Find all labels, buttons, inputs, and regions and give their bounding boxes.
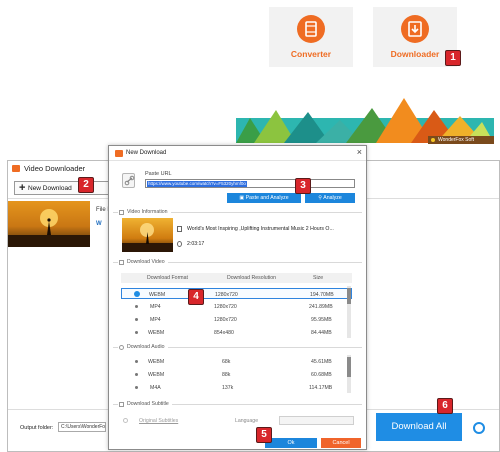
video-list-scrollbar[interactable] xyxy=(347,286,351,338)
original-subtitles-radio[interactable] xyxy=(123,418,128,423)
paste-and-analyze-button[interactable]: ▣ Paste and Analyze xyxy=(227,193,301,203)
step-badge-6: 6 xyxy=(437,398,453,414)
new-download-button[interactable]: + New Download xyxy=(14,181,110,195)
alarm-clock-icon[interactable] xyxy=(473,422,485,434)
language-dropdown[interactable] xyxy=(279,416,354,425)
video-format-row[interactable]: MP4 1280x720 241.89MB xyxy=(121,301,352,312)
dialog-titlebar: New Download × xyxy=(109,146,366,161)
video-info-thumbnail xyxy=(122,218,173,252)
video-table-header: Download Format Download Resolution Size xyxy=(121,273,352,283)
brand-label: WonderFox Soft xyxy=(428,136,494,144)
output-folder-input[interactable]: C:\Users\WonderFox\D xyxy=(58,422,106,432)
brand-logo-icon xyxy=(431,138,435,142)
original-subtitles-label[interactable]: Original Subtitles xyxy=(139,418,178,424)
video-format-row[interactable]: WEBM 854x480 84.44MB xyxy=(121,327,352,338)
dialog-title: New Download xyxy=(126,150,167,156)
step-badge-4: 4 xyxy=(188,289,204,305)
converter-icon xyxy=(297,15,325,43)
language-label: Language xyxy=(235,418,259,424)
video-info-section: Video Information xyxy=(113,208,362,216)
analyze-button[interactable]: ⚲ Analyze xyxy=(305,193,355,203)
document-icon xyxy=(177,226,182,232)
cancel-button[interactable]: Cancel xyxy=(321,438,361,448)
app-icon xyxy=(12,165,20,172)
audio-format-row[interactable]: WEBM 68k 45.61MB xyxy=(121,356,352,367)
audio-list-scrollbar[interactable] xyxy=(347,355,351,393)
converter-label: Converter xyxy=(290,49,332,59)
new-download-dialog: New Download × Paste URL https://www.you… xyxy=(108,145,367,450)
url-input[interactable]: https://www.youtube.com/watch?v=F5320yhm… xyxy=(145,179,355,188)
output-folder-label: Output folder: xyxy=(20,425,54,431)
music-note-icon xyxy=(119,345,124,350)
video-format-row[interactable]: MP4 1280x720 95.95MB xyxy=(121,314,352,325)
dialog-app-icon xyxy=(115,150,123,157)
downloader-icon xyxy=(401,15,429,43)
link-icon xyxy=(122,173,135,188)
url-value: https://www.youtube.com/watch?v=F5320yhm… xyxy=(147,181,247,187)
converter-tile[interactable]: Converter xyxy=(269,7,353,67)
subtitle-icon xyxy=(119,402,124,407)
video-info-icon xyxy=(119,210,124,215)
resolution-column-header: Download Resolution xyxy=(227,275,277,281)
format-column-header: Download Format xyxy=(147,275,188,281)
video-thumbnail xyxy=(8,201,90,247)
list-item-prefix: W xyxy=(96,221,102,227)
selected-check-icon xyxy=(134,291,140,297)
audio-format-row[interactable]: WEBM 88k 60.68MB xyxy=(121,369,352,380)
video-format-row[interactable]: WEBM 1280x720 194.70MB xyxy=(121,288,352,299)
checkbox-icon xyxy=(119,260,124,265)
step-badge-2: 2 xyxy=(78,177,94,193)
download-video-section: Download Video xyxy=(113,258,362,266)
window-title: Video Downloader xyxy=(24,164,86,173)
step-badge-3: 3 xyxy=(295,178,311,194)
plus-icon: + xyxy=(19,182,26,194)
download-subtitle-section: Download Subtitle xyxy=(113,400,362,408)
paste-url-label: Paste URL xyxy=(145,171,172,177)
download-all-button[interactable]: Download All xyxy=(376,413,462,441)
download-audio-section: Download Audio xyxy=(113,343,362,351)
ok-button[interactable]: Ok xyxy=(265,438,317,448)
step-badge-1: 1 xyxy=(445,50,461,66)
video-duration: 2:03:17 xyxy=(187,241,205,247)
close-icon[interactable]: × xyxy=(357,147,362,157)
video-title: World's Most Inspiring ,Uplifting Instru… xyxy=(187,226,334,232)
clock-icon xyxy=(177,241,182,247)
size-column-header: Size xyxy=(313,275,324,281)
step-badge-5: 5 xyxy=(256,427,272,443)
new-download-label: New Download xyxy=(28,185,72,192)
audio-format-row[interactable]: M4A 137k 114.17MB xyxy=(121,382,352,393)
